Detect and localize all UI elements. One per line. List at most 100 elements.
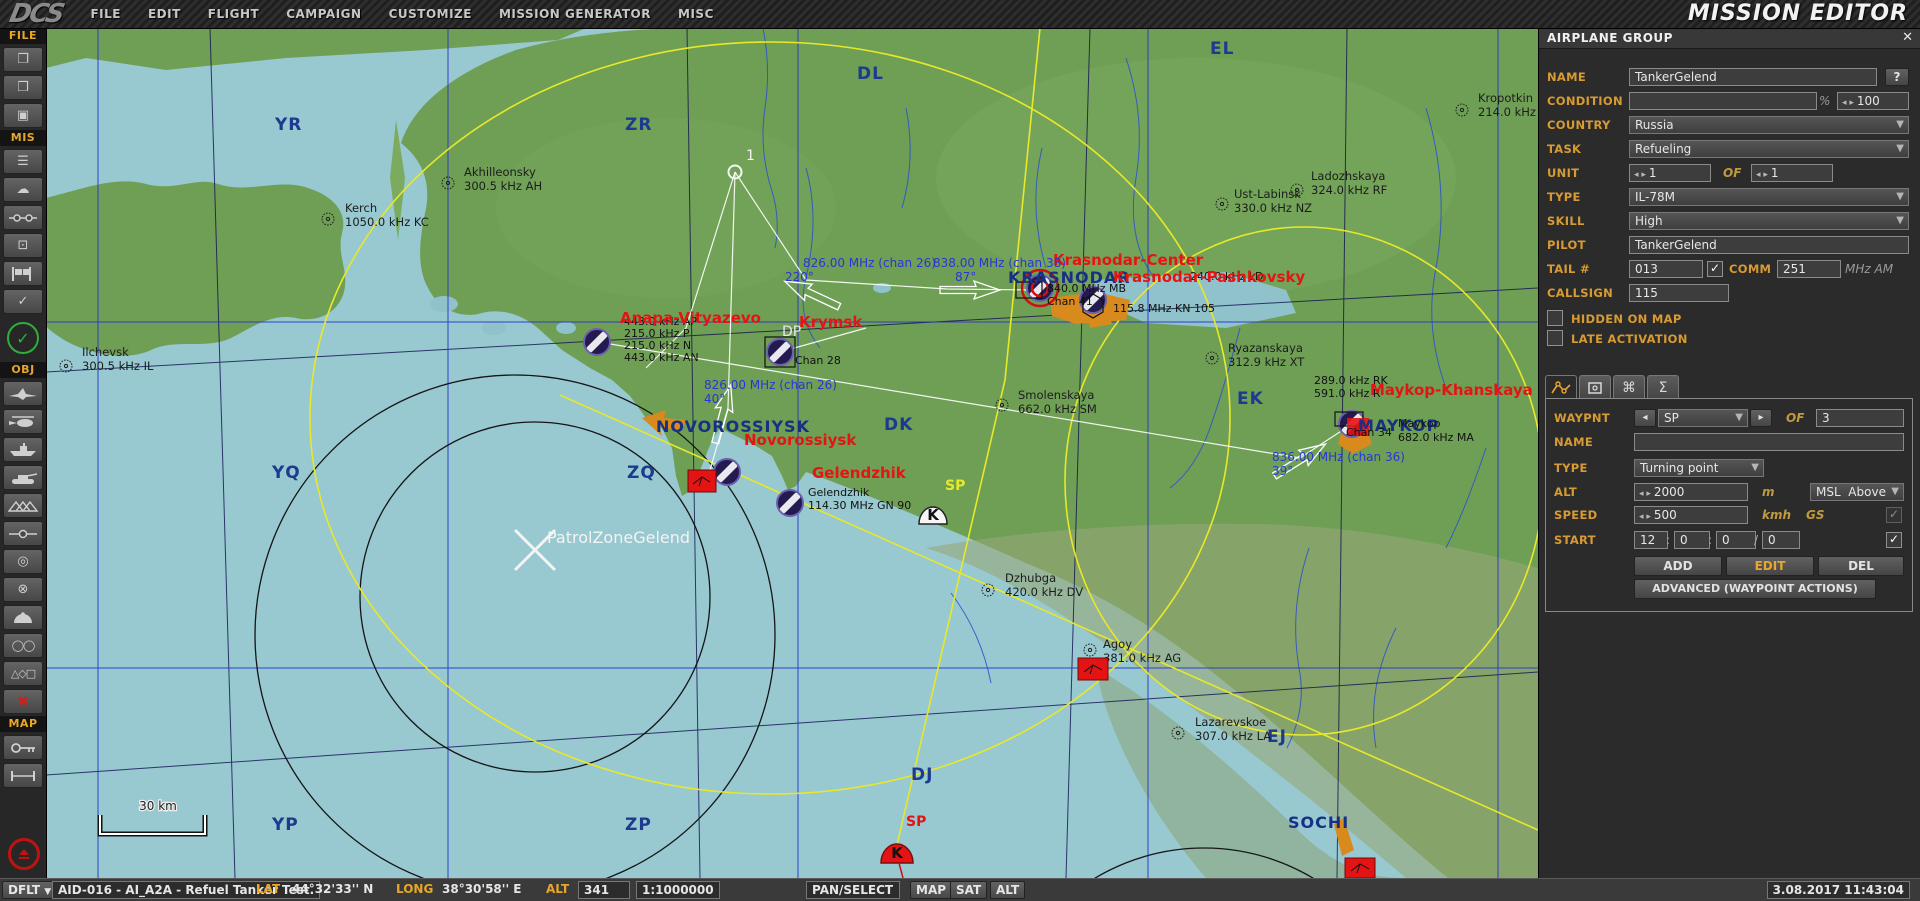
add-route-point-button[interactable] [3,521,43,546]
map-key-button[interactable] [3,735,43,760]
start-checkbox[interactable]: ✓ [1886,532,1902,548]
task-dropdown[interactable]: Refueling▼ [1629,140,1909,158]
delete-object-button[interactable]: ✖ [3,689,43,714]
airfield-label: Krymsk [799,313,863,331]
ndb-name: Ust-Labinsk [1234,187,1301,201]
templates-button[interactable]: ◯◯ [3,633,43,658]
callsign-label: CALLSIGN [1547,286,1613,300]
key-icon [10,742,36,754]
tab-summary[interactable]: Σ [1647,375,1679,399]
flags-icon [10,267,36,281]
delete-waypoint-button[interactable]: DEL [1818,556,1904,576]
callsign-input[interactable]: 115 [1629,284,1729,302]
add-airplane-button[interactable] [3,381,43,406]
airport-info: 114.30 MHz GN 90 [808,499,911,512]
waypoint-next-button[interactable]: ▸ [1750,409,1772,427]
summary-button[interactable]: ✓ [3,289,43,314]
profile-dropdown[interactable]: DFLT ▼ [2,881,57,899]
menu-misc[interactable]: MISC [678,7,714,21]
comm-freq-input[interactable]: 251 [1777,260,1841,278]
unit-list-button[interactable]: △◇□ [3,661,43,686]
menu-customize[interactable]: CUSTOMIZE [389,7,472,21]
ndb-freq: 307.0 kHz LA [1195,729,1271,743]
ndb-freq: 381.0 kHz AG [1103,651,1181,665]
ruler-button[interactable] [3,763,43,788]
alt-spinner[interactable]: ◂ ▸2000 [1634,483,1748,501]
start-min-input[interactable]: 0 [1674,531,1710,549]
start-day-input[interactable]: 0 [1762,531,1800,549]
speed-spinner[interactable]: ◂ ▸500 [1634,506,1748,524]
zone-label: PatrolZoneGelend [547,528,690,547]
advanced-actions-button[interactable]: ADVANCED (WAYPOINT ACTIONS) [1634,579,1876,599]
waypoint-prev-button[interactable]: ◂ [1634,409,1656,427]
add-vehicle-button[interactable] [3,465,43,490]
goals-button[interactable] [3,261,43,286]
unit-count-spinner[interactable]: ◂ ▸1 [1629,164,1711,182]
airfield-label: Krasnodar-Pashkovsky [1113,268,1305,286]
tab-route[interactable] [1545,375,1577,399]
speed-lock-checkbox[interactable]: ✓ [1886,507,1902,523]
add-trigger-zone-button[interactable]: ◎ [3,549,43,574]
briefing-button[interactable]: ☰ [3,149,43,174]
add-helicopter-button[interactable] [3,409,43,434]
alt-ref-dropdown[interactable]: MSL Above▼ [1810,483,1904,501]
save-mission-button[interactable]: ▣ [3,103,43,128]
group-name-input[interactable]: TankerGelend [1629,68,1877,86]
late-activation-checkbox[interactable] [1547,330,1563,346]
ndb-name: Lazarevskoe [1195,715,1266,729]
remove-zone-button[interactable]: ⊗ [3,577,43,602]
edit-waypoint-button[interactable]: EDIT [1726,556,1814,576]
start-sec-input[interactable]: 0 [1716,531,1756,549]
bullseye-button[interactable] [3,605,43,630]
new-mission-button[interactable]: ❐ [3,47,43,72]
sat-layer-button[interactable]: SAT [950,881,987,899]
waypoint-select-dropdown[interactable]: SP▼ [1658,409,1748,427]
waypoint-type-dropdown[interactable]: Turning point▼ [1634,459,1764,477]
route-icon [1551,381,1571,395]
exit-button[interactable] [8,838,40,870]
map-canvas: 1 YR ZR DL EL YQ ZQ DK EK YP ZP DJ EJ [46,28,1538,878]
close-icon[interactable]: ✕ [1902,30,1913,45]
tab-loadout[interactable] [1579,375,1611,399]
mission-editor-window: DCS FILE EDIT FLIGHT CAMPAIGN CUSTOMIZE … [0,0,1920,900]
add-ship-button[interactable] [3,437,43,462]
tab-systems[interactable]: ⌘ [1613,375,1645,399]
menu-flight[interactable]: FLIGHT [208,7,259,21]
start-hour-input[interactable]: 12 [1634,531,1668,549]
menu-mission-generator[interactable]: MISSION GENERATOR [499,7,651,21]
hidden-on-map-checkbox[interactable] [1547,310,1563,326]
open-mission-button[interactable]: ❒ [3,75,43,100]
type-label: TYPE [1547,190,1581,204]
tail-input[interactable]: 013 [1629,260,1703,278]
alt-layer-button[interactable]: ALT [990,881,1025,899]
pilot-input[interactable]: TankerGelend [1629,236,1909,254]
ndb-freq: 662.0 kHz SM [1018,402,1097,416]
add-static-button[interactable] [3,493,43,518]
triggers-button[interactable] [3,205,43,230]
ndb-freq: 312.9 kHz XT [1228,355,1305,369]
dcs-logo: DCS [7,0,66,29]
condition-input[interactable] [1629,92,1817,110]
eject-icon [19,849,29,855]
waypoint-name-label: NAME [1554,435,1593,449]
weather-button[interactable]: ☁ [3,177,43,202]
ndb-name: Ilchevsk [82,345,129,359]
mission-options-button[interactable]: ⊡ [3,233,43,258]
country-dropdown[interactable]: Russia▼ [1629,116,1909,134]
type-dropdown[interactable]: IL-78M▼ [1629,188,1909,206]
map-layer-button[interactable]: MAP [910,881,952,899]
waypoint-name-input[interactable] [1634,433,1904,451]
map-viewport[interactable]: 1 YR ZR DL EL YQ ZQ DK EK YP ZP DJ EJ [46,28,1538,878]
validate-mission-button[interactable]: ✓ [7,322,39,354]
menu-campaign[interactable]: CAMPAIGN [286,7,361,21]
menu-edit[interactable]: EDIT [148,7,181,21]
frame-icon [1587,381,1603,395]
unit-of-spinner[interactable]: ◂ ▸1 [1751,164,1833,182]
skill-dropdown[interactable]: High▼ [1629,212,1909,230]
airport-info: Gelendzhik [808,486,870,499]
menu-file[interactable]: FILE [90,7,121,21]
condition-spinner[interactable]: ◂ ▸100 [1837,92,1909,110]
comm-checkbox[interactable]: ✓ [1707,261,1723,277]
add-waypoint-button[interactable]: ADD [1634,556,1722,576]
help-button[interactable]: ? [1885,68,1909,86]
